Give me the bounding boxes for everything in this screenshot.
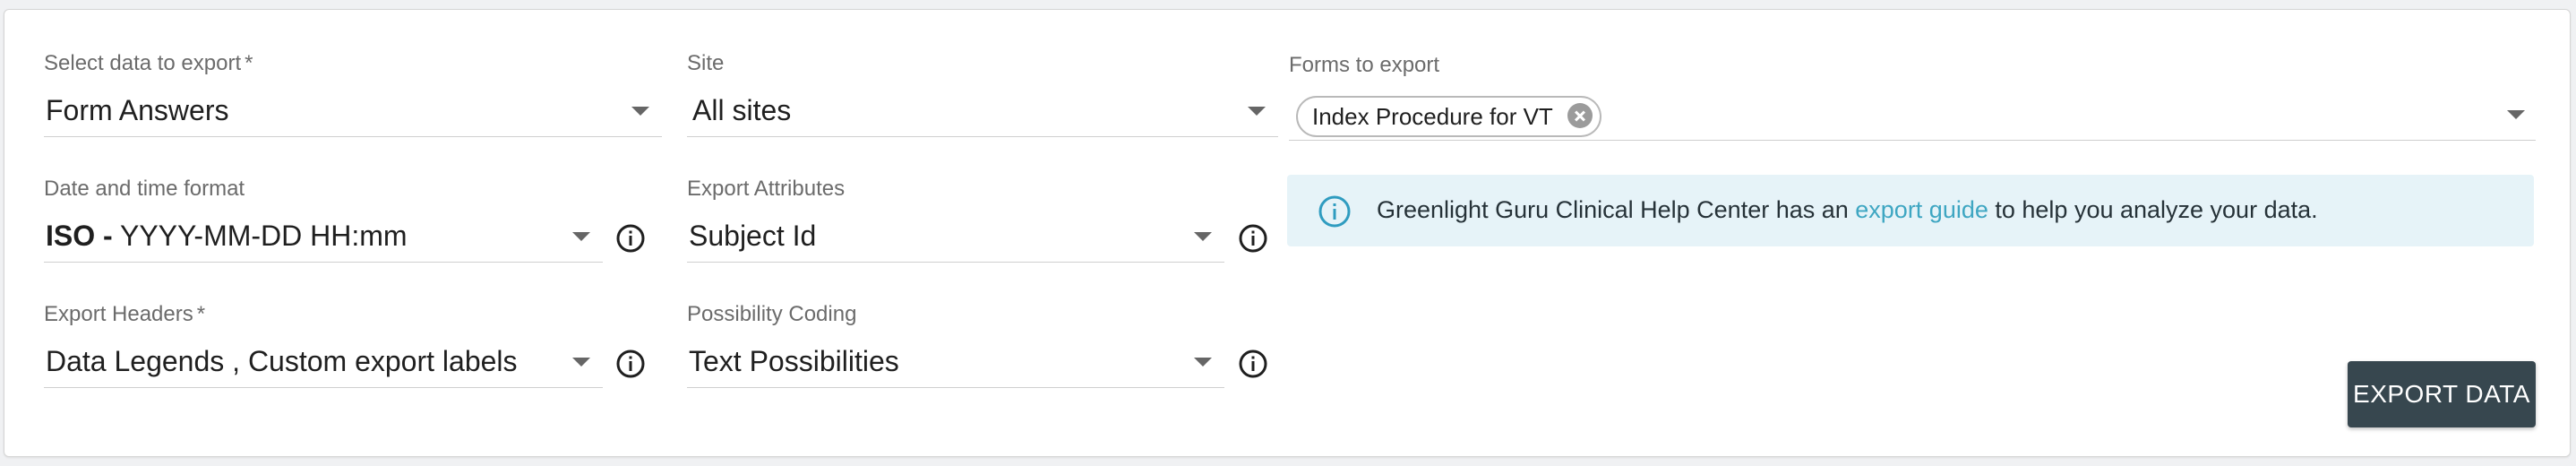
help-info-banner: Greenlight Guru Clinical Help Center has… bbox=[1287, 175, 2534, 246]
export-panel: Select data to export * Form Answers Site… bbox=[4, 9, 2571, 457]
date-format-field: Date and time format ISO - YYYY-MM-DD HH… bbox=[44, 177, 603, 266]
possibility-coding-field: Possibility Coding Text Possibilities bbox=[687, 302, 1224, 392]
export-headers-dropdown[interactable]: Data Legends , Custom export labels bbox=[44, 343, 603, 388]
export-data-button[interactable]: EXPORT DATA bbox=[2348, 361, 2536, 427]
caret-down-icon bbox=[2507, 110, 2525, 119]
site-dropdown[interactable]: All sites bbox=[687, 92, 1278, 137]
form-chip-label: Index Procedure for VT bbox=[1312, 103, 1553, 130]
caret-down-icon bbox=[572, 232, 590, 241]
caret-down-icon bbox=[631, 107, 649, 116]
caret-down-icon bbox=[1194, 232, 1212, 241]
possibility-coding-value: Text Possibilities bbox=[689, 345, 899, 377]
export-attributes-info-icon[interactable] bbox=[1238, 223, 1268, 254]
caret-down-icon bbox=[1248, 107, 1266, 116]
close-circle-icon[interactable] bbox=[1567, 103, 1593, 128]
forms-to-export-field: Forms to export Index Procedure for VT bbox=[1289, 51, 2536, 144]
form-chip: Index Procedure for VT bbox=[1296, 96, 1601, 137]
select-data-field: Select data to export * Form Answers bbox=[44, 51, 662, 141]
possibility-coding-dropdown[interactable]: Text Possibilities bbox=[687, 343, 1224, 388]
caret-down-icon bbox=[1194, 358, 1212, 367]
export-headers-info-icon[interactable] bbox=[615, 349, 646, 379]
export-headers-field: Export Headers * Data Legends , Custom ex… bbox=[44, 302, 603, 392]
export-headers-label: Export Headers * bbox=[44, 302, 206, 326]
site-value: All sites bbox=[692, 94, 792, 126]
export-attributes-field: Export Attributes Subject Id bbox=[687, 177, 1224, 266]
export-headers-value: Data Legends , Custom export labels bbox=[46, 345, 518, 377]
select-data-label: Select data to export * bbox=[44, 51, 253, 75]
date-format-value: ISO - YYYY-MM-DD HH:mm bbox=[46, 220, 408, 252]
forms-to-export-dropdown[interactable]: Index Procedure for VT bbox=[1289, 91, 2536, 141]
export-attributes-dropdown[interactable]: Subject Id bbox=[687, 218, 1224, 263]
date-format-label: Date and time format bbox=[44, 177, 245, 201]
export-attributes-label: Export Attributes bbox=[687, 177, 846, 201]
possibility-coding-label: Possibility Coding bbox=[687, 302, 857, 326]
site-field: Site All sites bbox=[687, 51, 1278, 141]
forms-to-export-label: Forms to export bbox=[1289, 53, 1440, 77]
site-label: Site bbox=[687, 51, 725, 75]
select-data-value: Form Answers bbox=[46, 94, 229, 126]
export-guide-link[interactable]: export guide bbox=[1855, 196, 1988, 223]
date-format-info-icon[interactable] bbox=[615, 223, 646, 254]
date-format-dropdown[interactable]: ISO - YYYY-MM-DD HH:mm bbox=[44, 218, 603, 263]
help-info-text: Greenlight Guru Clinical Help Center has… bbox=[1377, 196, 2318, 223]
select-data-dropdown[interactable]: Form Answers bbox=[44, 92, 662, 137]
possibility-coding-info-icon[interactable] bbox=[1238, 349, 1268, 379]
caret-down-icon bbox=[572, 358, 590, 367]
info-circle-icon bbox=[1318, 194, 1352, 233]
export-attributes-value: Subject Id bbox=[689, 220, 817, 252]
